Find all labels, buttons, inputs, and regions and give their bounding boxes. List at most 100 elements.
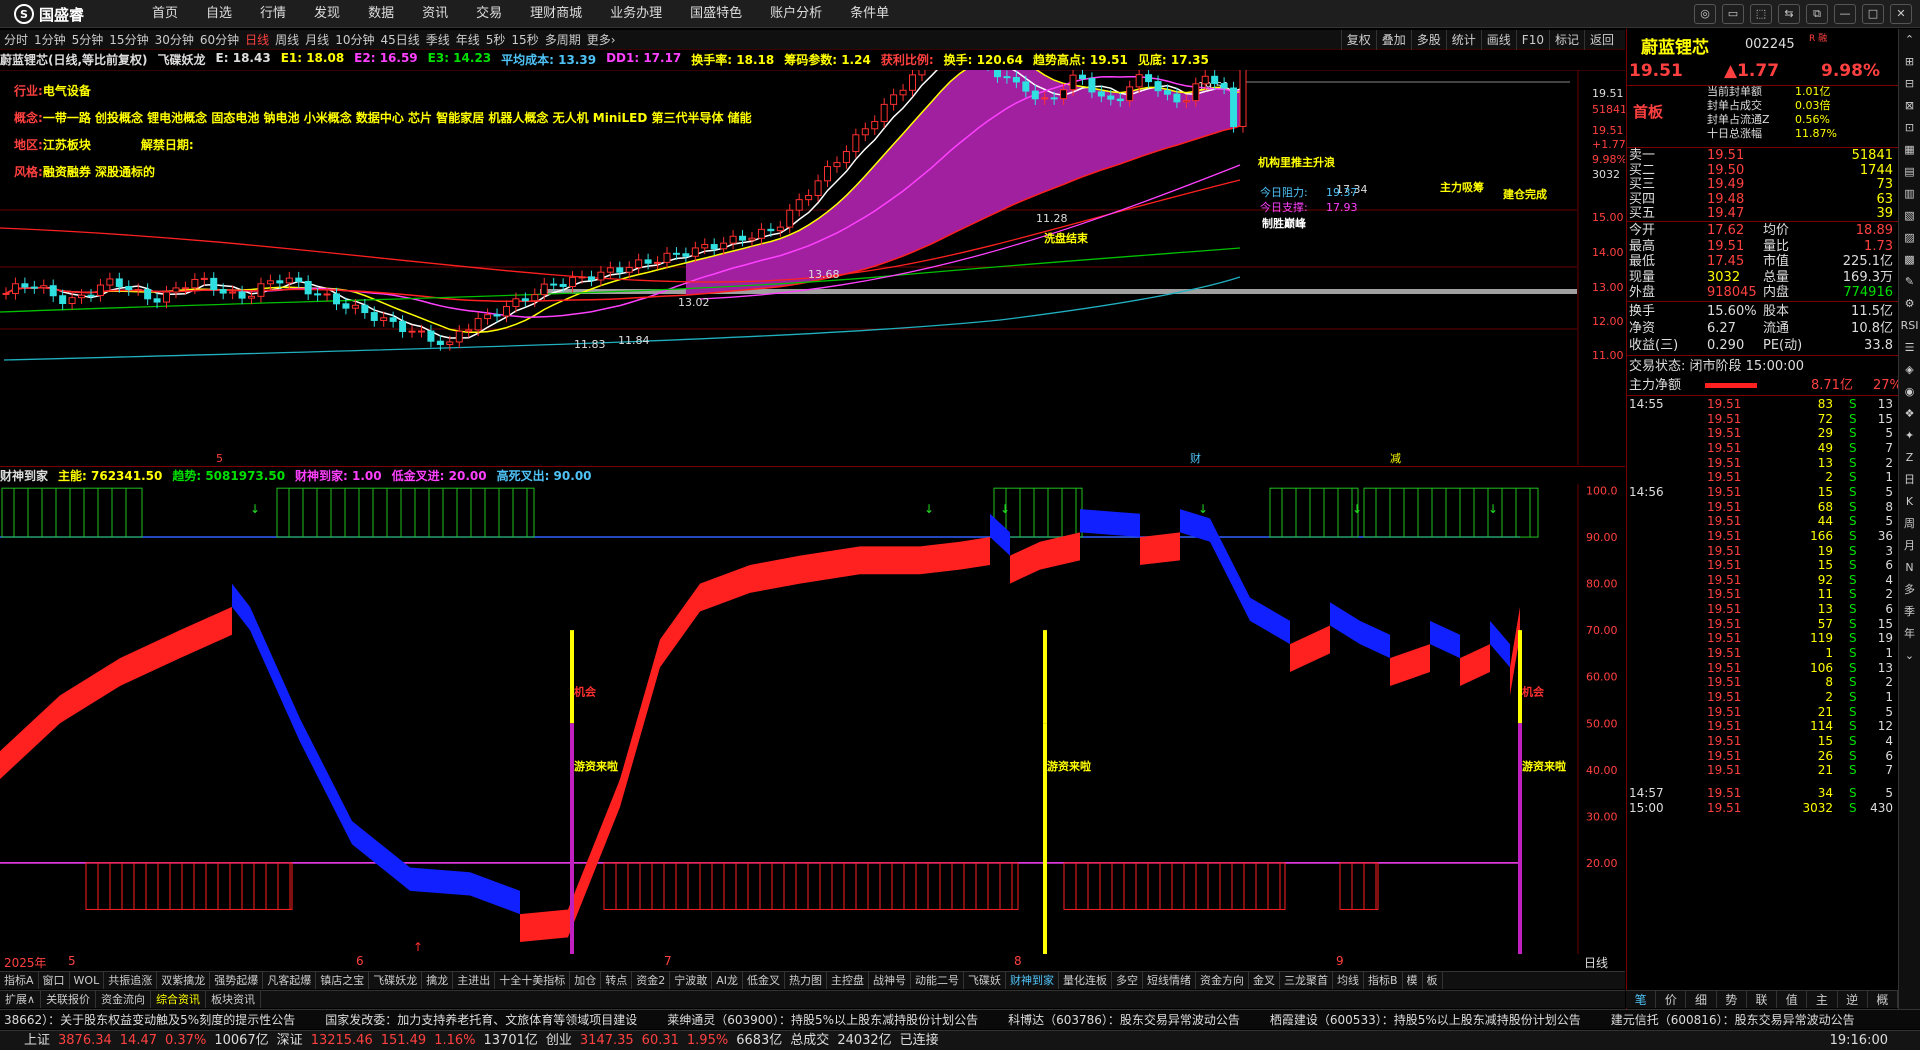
side-tool-icon-9[interactable]: ▨: [1899, 227, 1920, 249]
quote-tab-1[interactable]: 价: [1656, 991, 1687, 1008]
quote-tab-6[interactable]: 主: [1807, 991, 1838, 1008]
indicator-tab-32[interactable]: 模: [1403, 972, 1423, 989]
indicator-tab-16[interactable]: AI龙: [712, 972, 743, 989]
nav-item-10[interactable]: 账户分析: [756, 0, 836, 28]
indicator-tab-30[interactable]: 均线: [1333, 972, 1364, 989]
window-button-icon-4[interactable]: ⧉: [1806, 4, 1828, 24]
indicator-tab-3[interactable]: 共振追涨: [104, 972, 158, 989]
indicator-tab-12[interactable]: 加仓: [570, 972, 602, 989]
ticker-item[interactable]: 科博达（603786）：股东交易异常波动公告: [1004, 1010, 1266, 1029]
side-tool-icon-6[interactable]: ▤: [1899, 161, 1920, 183]
indicator-tab-28[interactable]: 金叉: [1249, 972, 1280, 989]
side-tool-icon-7[interactable]: ▥: [1899, 183, 1920, 205]
window-button-icon-2[interactable]: ⬚: [1750, 4, 1772, 24]
side-tool-icon-23[interactable]: 月: [1899, 535, 1920, 557]
side-tool-icon-24[interactable]: N: [1899, 557, 1920, 579]
quote-tab-7[interactable]: 逆: [1838, 991, 1868, 1008]
period-tab-14[interactable]: 15秒: [511, 30, 544, 50]
indicator-tab-0[interactable]: 指标A: [0, 972, 39, 989]
period-tab-13[interactable]: 5秒: [486, 30, 512, 50]
indicator-tab-20[interactable]: 战神号: [869, 972, 911, 989]
ticker-item[interactable]: 建元信托（600816）：股东交易异常波动公告: [1607, 1010, 1881, 1029]
indicator-tab-33[interactable]: 板: [1423, 972, 1443, 989]
quote-tab-3[interactable]: 势: [1717, 991, 1747, 1008]
period-tab-6[interactable]: 日线: [245, 30, 275, 50]
side-tool-icon-17[interactable]: ❖: [1899, 403, 1920, 425]
nav-item-4[interactable]: 数据: [354, 0, 408, 28]
window-button-icon-0[interactable]: ◎: [1694, 4, 1716, 24]
indicator-tab-8[interactable]: 飞碟妖龙: [369, 972, 423, 989]
side-tool-icon-22[interactable]: 周: [1899, 513, 1920, 535]
tool-button-5[interactable]: F10: [1515, 30, 1549, 50]
nav-item-1[interactable]: 自选: [192, 0, 246, 28]
app-logo[interactable]: S 国盛睿: [14, 4, 84, 24]
tool-button-6[interactable]: 标记: [1548, 30, 1584, 50]
quote-tab-2[interactable]: 细: [1686, 991, 1717, 1008]
indicator-tab-4[interactable]: 双紫擒龙: [157, 972, 211, 989]
indicator-tab-13[interactable]: 转点: [601, 972, 633, 989]
indicator-tab-18[interactable]: 热力图: [785, 972, 827, 989]
indicator-tab-10[interactable]: 主进出: [453, 972, 496, 989]
side-tool-icon-28[interactable]: ⌄: [1899, 645, 1920, 667]
period-tab-3[interactable]: 15分钟: [109, 30, 154, 50]
news-tab-0[interactable]: 扩展∧: [0, 991, 42, 1008]
window-button-icon-7[interactable]: ✕: [1890, 4, 1912, 24]
indicator-chart[interactable]: 机会游资来啦 游资来啦 机会游资来啦 ↓ ↓ ↓ ↓ ↓ ↓ ↑ 100.0 90.00 80.00 7…: [0, 484, 1625, 954]
period-tab-9[interactable]: 10分钟: [335, 30, 380, 50]
period-tab-15[interactable]: 多周期: [545, 30, 587, 50]
nav-item-7[interactable]: 理财商城: [516, 0, 596, 28]
indicator-tab-11[interactable]: 十全十美指标: [495, 972, 571, 989]
side-tool-icon-14[interactable]: ☰: [1899, 337, 1920, 359]
period-tab-11[interactable]: 季线: [426, 30, 456, 50]
nav-item-2[interactable]: 行情: [246, 0, 300, 28]
side-tool-icon-3[interactable]: ⊠: [1899, 95, 1920, 117]
side-tool-icon-10[interactable]: ▩: [1899, 249, 1920, 271]
tool-button-2[interactable]: 多股: [1410, 30, 1446, 50]
indicator-tab-9[interactable]: 擒龙: [422, 972, 454, 989]
quote-tab-4[interactable]: 联: [1747, 991, 1778, 1008]
news-tab-4[interactable]: 板块资讯: [206, 991, 262, 1008]
period-tab-2[interactable]: 5分钟: [72, 30, 110, 50]
tool-button-0[interactable]: 复权: [1340, 30, 1376, 50]
side-tool-icon-26[interactable]: 季: [1899, 601, 1920, 623]
side-tool-icon-21[interactable]: K: [1899, 491, 1920, 513]
indicator-tab-1[interactable]: 窗口: [39, 972, 70, 989]
window-button-icon-3[interactable]: ⇆: [1778, 4, 1800, 24]
side-tool-icon-15[interactable]: ◈: [1899, 359, 1920, 381]
indicator-tab-23[interactable]: 财神到家: [1006, 972, 1059, 989]
period-tab-1[interactable]: 1分钟: [34, 30, 72, 50]
window-button-icon-1[interactable]: ▭: [1722, 4, 1744, 24]
ticker-item[interactable]: 38662）：关于股东权益变动触及5%刻度的提示性公告: [0, 1010, 321, 1029]
news-tab-3[interactable]: 综合资讯: [151, 991, 207, 1008]
tool-button-3[interactable]: 统计: [1445, 30, 1481, 50]
nav-item-5[interactable]: 资讯: [408, 0, 462, 28]
tool-button-1[interactable]: 叠加: [1375, 30, 1411, 50]
indicator-tab-6[interactable]: 凡客起爆: [263, 972, 317, 989]
period-tab-16[interactable]: 更多›: [587, 30, 622, 50]
period-tab-10[interactable]: 45日线: [380, 30, 425, 50]
ticker-item[interactable]: 莱绅通灵（603900）：持股5%以上股东减持股份计划公告: [663, 1010, 1004, 1029]
side-tool-icon-20[interactable]: 日: [1899, 469, 1920, 491]
side-tool-icon-27[interactable]: 年: [1899, 623, 1920, 645]
nav-item-9[interactable]: 国盛特色: [676, 0, 756, 28]
nav-item-3[interactable]: 发现: [300, 0, 354, 28]
side-tool-icon-4[interactable]: ⊡: [1899, 117, 1920, 139]
side-tool-icon-16[interactable]: ◉: [1899, 381, 1920, 403]
indicator-tab-24[interactable]: 量化连板: [1059, 972, 1112, 989]
indicator-tab-21[interactable]: 动能二号: [911, 972, 964, 989]
indicator-tab-29[interactable]: 三龙聚首: [1280, 972, 1333, 989]
indicator-tab-5[interactable]: 强势起爆: [210, 972, 264, 989]
ticker-item[interactable]: 国家发改委：加力支持养老托育、文旅体育等领域项目建设: [321, 1010, 663, 1029]
nav-item-11[interactable]: 条件单: [836, 0, 903, 28]
indicator-tab-27[interactable]: 资金方向: [1196, 972, 1249, 989]
quote-tab-8[interactable]: 概: [1868, 991, 1898, 1008]
period-tab-0[interactable]: 分时: [4, 30, 34, 50]
period-tab-4[interactable]: 30分钟: [155, 30, 200, 50]
indicator-tab-7[interactable]: 镇店之宝: [316, 972, 370, 989]
period-tab-8[interactable]: 月线: [305, 30, 335, 50]
quote-tab-0[interactable]: 笔: [1626, 991, 1657, 1008]
tool-button-7[interactable]: 返回: [1583, 30, 1619, 50]
side-tool-icon-11[interactable]: ✎: [1899, 271, 1920, 293]
indicator-tab-25[interactable]: 多空: [1112, 972, 1143, 989]
quote-tab-5[interactable]: 值: [1777, 991, 1808, 1008]
